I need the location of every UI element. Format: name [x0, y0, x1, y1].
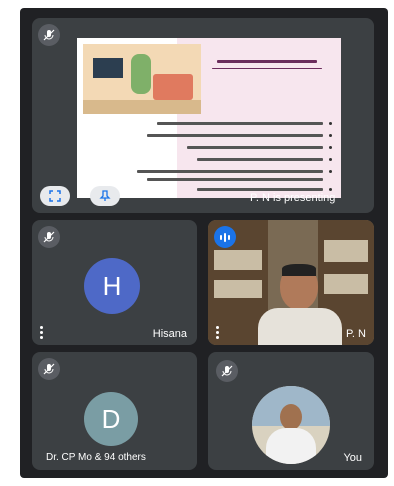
mic-off-icon	[38, 226, 60, 248]
books	[214, 280, 262, 298]
avatar-photo-shirt	[266, 428, 316, 464]
participant-name: Hisana	[152, 328, 187, 340]
presenter-label: P. N is presenting	[250, 192, 336, 204]
books	[214, 250, 262, 270]
slide-text-line	[147, 134, 323, 137]
participant-name: P. N	[346, 328, 366, 340]
slide-heading	[217, 60, 317, 63]
participant-tile-you[interactable]: You	[208, 352, 374, 470]
slide-text-line	[147, 178, 323, 181]
shared-slide	[77, 38, 341, 198]
participant-name: You	[343, 452, 362, 464]
person-shirt	[258, 308, 342, 345]
slide-bullet	[329, 146, 332, 149]
slide-bullet	[329, 188, 332, 191]
slide-bullet	[329, 170, 332, 173]
slide-text-line	[157, 122, 323, 125]
mic-off-icon	[216, 360, 238, 382]
mic-off-icon	[38, 358, 60, 380]
participant-tile-others[interactable]: D Dr. CP Mo & 94 others	[32, 352, 197, 470]
fullscreen-button[interactable]	[40, 186, 70, 206]
slide-text-line	[187, 146, 323, 149]
more-options-icon[interactable]	[216, 326, 220, 339]
slide-heading-underline	[212, 68, 322, 69]
avatar-photo-face	[280, 404, 302, 430]
person-hair	[282, 264, 316, 276]
pin-button[interactable]	[90, 186, 120, 206]
participant-name: Dr. CP Mo & 94 others	[46, 452, 146, 463]
speaking-indicator-icon	[214, 226, 236, 248]
mic-off-icon	[38, 24, 60, 46]
presentation-tile[interactable]: P. N is presenting	[32, 18, 374, 213]
slide-text-line	[137, 170, 323, 173]
participant-extra-count: & 94 others	[94, 452, 146, 463]
avatar	[252, 386, 330, 464]
avatar: H	[84, 258, 140, 314]
avatar: D	[84, 392, 138, 446]
participant-tile-presenter[interactable]: P. N	[208, 220, 374, 345]
more-options-icon[interactable]	[40, 326, 44, 339]
slide-bullet	[329, 158, 332, 161]
slide-illustration	[83, 44, 201, 114]
pin-icon	[99, 190, 111, 201]
participant-name-primary: Dr. CP Mo	[46, 452, 92, 463]
books	[324, 274, 368, 294]
books	[324, 240, 368, 262]
slide-text-line	[197, 188, 323, 191]
slide-bullet	[329, 122, 332, 125]
fullscreen-icon	[49, 190, 61, 202]
meeting-grid: P. N is presenting H Hisana P. N D Dr. C…	[20, 8, 388, 478]
slide-text-line	[197, 158, 323, 161]
participant-tile-hisana[interactable]: H Hisana	[32, 220, 197, 345]
slide-bullet	[329, 134, 332, 137]
